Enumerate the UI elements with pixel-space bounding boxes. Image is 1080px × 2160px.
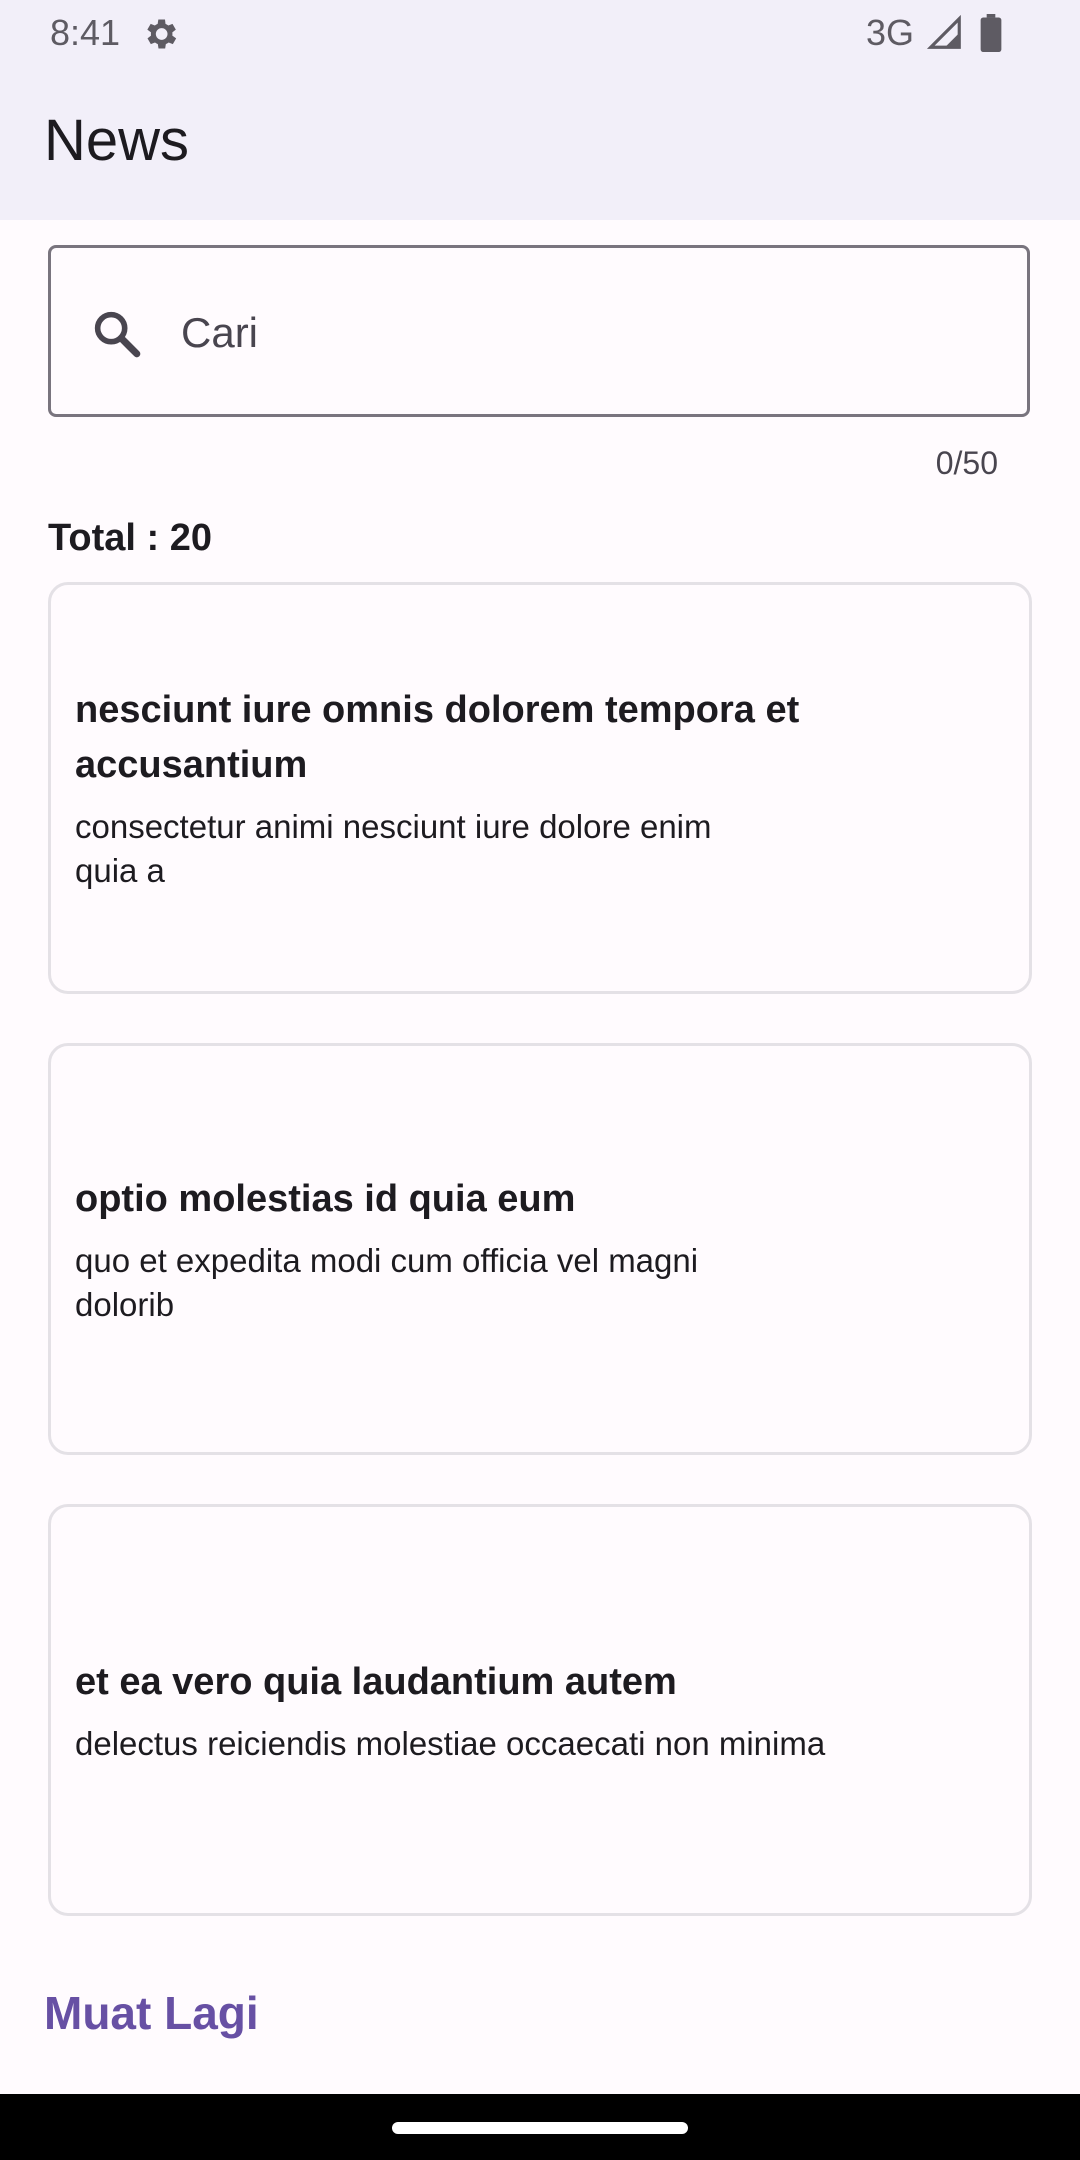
search-icon <box>94 311 141 358</box>
news-card[interactable]: nesciunt iure omnis dolorem tempora et a… <box>48 582 1032 994</box>
news-body: consectetur animi nesciunt iure dolore e… <box>75 808 712 889</box>
settings-icon <box>147 19 177 49</box>
news-body: quo et expedita modi cum officia vel mag… <box>75 1241 699 1323</box>
total-count: Total : 20 <box>48 517 212 559</box>
news-card[interactable]: et ea vero quia laudantium autem delectu… <box>48 1504 1032 1916</box>
status-bar: 8:41 3G <box>0 0 1080 66</box>
network-type: 3G <box>866 12 915 53</box>
news-body: delectus reiciendis molestiae occaecati … <box>75 1724 826 1762</box>
news-title: optio molestias id quia eum <box>75 1177 576 1220</box>
character-counter: 0/50 <box>935 445 998 481</box>
news-title: nesciunt iure omnis dolorem tempora et a… <box>75 689 800 786</box>
signal-icon <box>926 14 961 49</box>
page-title: News <box>44 108 190 173</box>
app-bar: News <box>0 66 1080 220</box>
battery-icon <box>980 14 1002 52</box>
news-card[interactable]: optio molestias id quia eum quo et exped… <box>48 1043 1032 1455</box>
news-title: et ea vero quia laudantium autem <box>75 1660 677 1703</box>
status-time: 8:41 <box>50 12 121 53</box>
home-gesture-handle[interactable] <box>392 2122 688 2134</box>
search-field[interactable] <box>48 245 1030 417</box>
load-more-button[interactable]: Muat Lagi <box>44 1985 259 2041</box>
system-navigation-bar <box>0 2094 1080 2160</box>
search-input[interactable] <box>181 298 1001 368</box>
